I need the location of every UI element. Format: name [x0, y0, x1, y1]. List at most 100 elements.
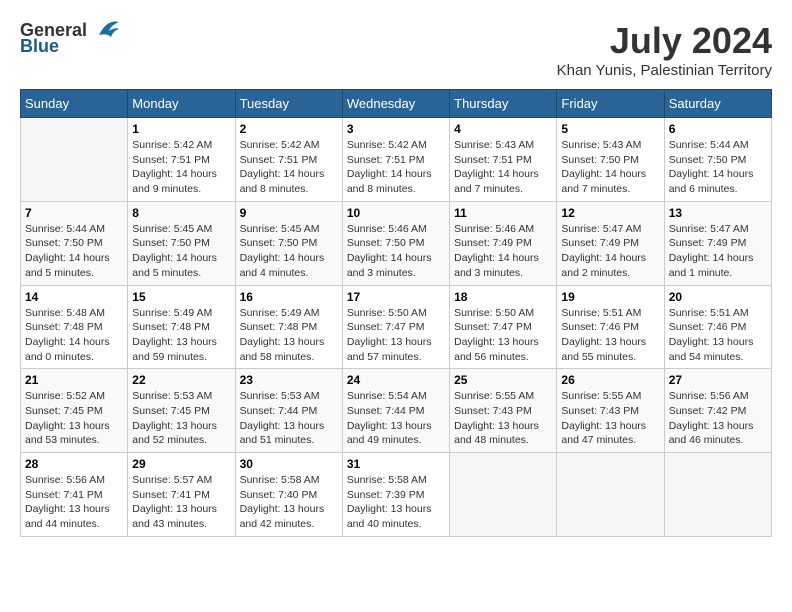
- day-info: Sunrise: 5:53 AM Sunset: 7:45 PM Dayligh…: [132, 389, 230, 448]
- day-number: 27: [669, 373, 767, 387]
- day-info: Sunrise: 5:45 AM Sunset: 7:50 PM Dayligh…: [132, 222, 230, 281]
- day-header-friday: Friday: [557, 90, 664, 118]
- day-info: Sunrise: 5:45 AM Sunset: 7:50 PM Dayligh…: [240, 222, 338, 281]
- day-info: Sunrise: 5:49 AM Sunset: 7:48 PM Dayligh…: [240, 306, 338, 365]
- day-info: Sunrise: 5:55 AM Sunset: 7:43 PM Dayligh…: [454, 389, 552, 448]
- calendar-cell: 26 Sunrise: 5:55 AM Sunset: 7:43 PM Dayli…: [557, 369, 664, 453]
- day-info: Sunrise: 5:47 AM Sunset: 7:49 PM Dayligh…: [561, 222, 659, 281]
- day-number: 22: [132, 373, 230, 387]
- calendar-cell: 29 Sunrise: 5:57 AM Sunset: 7:41 PM Dayli…: [128, 453, 235, 537]
- day-info: Sunrise: 5:43 AM Sunset: 7:50 PM Dayligh…: [561, 138, 659, 197]
- day-info: Sunrise: 5:55 AM Sunset: 7:43 PM Dayligh…: [561, 389, 659, 448]
- day-info: Sunrise: 5:42 AM Sunset: 7:51 PM Dayligh…: [132, 138, 230, 197]
- logo: General Blue: [20, 20, 121, 57]
- calendar-cell: 8 Sunrise: 5:45 AM Sunset: 7:50 PM Daylig…: [128, 201, 235, 285]
- calendar-cell: 18 Sunrise: 5:50 AM Sunset: 7:47 PM Dayli…: [450, 285, 557, 369]
- calendar-cell: 13Sunrise: 5:47 AM Sunset: 7:49 PM Dayli…: [664, 201, 771, 285]
- day-number: 15: [132, 290, 230, 304]
- day-number: 12: [561, 206, 659, 220]
- day-number: 16: [240, 290, 338, 304]
- day-number: 8: [132, 206, 230, 220]
- day-info: Sunrise: 5:42 AM Sunset: 7:51 PM Dayligh…: [347, 138, 445, 197]
- calendar-table: SundayMondayTuesdayWednesdayThursdayFrid…: [20, 89, 772, 537]
- day-number: 9: [240, 206, 338, 220]
- calendar-cell: 11 Sunrise: 5:46 AM Sunset: 7:49 PM Dayli…: [450, 201, 557, 285]
- day-number: 23: [240, 373, 338, 387]
- calendar-cell: [664, 453, 771, 537]
- day-number: 7: [25, 206, 123, 220]
- day-header-saturday: Saturday: [664, 90, 771, 118]
- day-header-wednesday: Wednesday: [342, 90, 449, 118]
- day-number: 20: [669, 290, 767, 304]
- day-info: Sunrise: 5:52 AM Sunset: 7:45 PM Dayligh…: [25, 389, 123, 448]
- calendar-cell: 14 Sunrise: 5:48 AM Sunset: 7:48 PM Dayli…: [21, 285, 128, 369]
- day-number: 26: [561, 373, 659, 387]
- calendar-cell: 16 Sunrise: 5:49 AM Sunset: 7:48 PM Dayli…: [235, 285, 342, 369]
- month-year-title: July 2024: [557, 20, 772, 62]
- calendar-cell: 19 Sunrise: 5:51 AM Sunset: 7:46 PM Dayli…: [557, 285, 664, 369]
- calendar-cell: 2 Sunrise: 5:42 AM Sunset: 7:51 PM Daylig…: [235, 118, 342, 202]
- day-info: Sunrise: 5:54 AM Sunset: 7:44 PM Dayligh…: [347, 389, 445, 448]
- calendar-cell: 24 Sunrise: 5:54 AM Sunset: 7:44 PM Dayli…: [342, 369, 449, 453]
- day-info: Sunrise: 5:58 AM Sunset: 7:39 PM Dayligh…: [347, 473, 445, 532]
- day-info: Sunrise: 5:46 AM Sunset: 7:50 PM Dayligh…: [347, 222, 445, 281]
- title-section: July 2024 Khan Yunis, Palestinian Territ…: [557, 20, 772, 79]
- logo-blue: Blue: [20, 36, 59, 57]
- calendar-cell: 23 Sunrise: 5:53 AM Sunset: 7:44 PM Dayli…: [235, 369, 342, 453]
- day-info: Sunrise: 5:56 AM Sunset: 7:41 PM Dayligh…: [25, 473, 123, 532]
- day-info: Sunrise: 5:44 AM Sunset: 7:50 PM Dayligh…: [25, 222, 123, 281]
- calendar-cell: 5Sunrise: 5:43 AM Sunset: 7:50 PM Daylig…: [557, 118, 664, 202]
- day-number: 24: [347, 373, 445, 387]
- day-number: 18: [454, 290, 552, 304]
- day-number: 28: [25, 457, 123, 471]
- calendar-cell: 1 Sunrise: 5:42 AM Sunset: 7:51 PM Daylig…: [128, 118, 235, 202]
- day-number: 1: [132, 122, 230, 136]
- page-header: General Blue July 2024 Khan Yunis, Pales…: [20, 20, 772, 79]
- calendar-cell: 31 Sunrise: 5:58 AM Sunset: 7:39 PM Dayli…: [342, 453, 449, 537]
- day-info: Sunrise: 5:44 AM Sunset: 7:50 PM Dayligh…: [669, 138, 767, 197]
- calendar-cell: 4 Sunrise: 5:43 AM Sunset: 7:51 PM Daylig…: [450, 118, 557, 202]
- day-number: 11: [454, 206, 552, 220]
- day-number: 10: [347, 206, 445, 220]
- calendar-cell: 30 Sunrise: 5:58 AM Sunset: 7:40 PM Dayli…: [235, 453, 342, 537]
- day-info: Sunrise: 5:51 AM Sunset: 7:46 PM Dayligh…: [561, 306, 659, 365]
- calendar-cell: [557, 453, 664, 537]
- day-number: 4: [454, 122, 552, 136]
- day-header-thursday: Thursday: [450, 90, 557, 118]
- day-number: 30: [240, 457, 338, 471]
- calendar-cell: 9 Sunrise: 5:45 AM Sunset: 7:50 PM Daylig…: [235, 201, 342, 285]
- day-number: 31: [347, 457, 445, 471]
- day-info: Sunrise: 5:50 AM Sunset: 7:47 PM Dayligh…: [454, 306, 552, 365]
- day-info: Sunrise: 5:56 AM Sunset: 7:42 PM Dayligh…: [669, 389, 767, 448]
- day-number: 29: [132, 457, 230, 471]
- calendar-cell: [21, 118, 128, 202]
- calendar-cell: 7 Sunrise: 5:44 AM Sunset: 7:50 PM Daylig…: [21, 201, 128, 285]
- day-number: 14: [25, 290, 123, 304]
- day-number: 13: [669, 206, 767, 220]
- calendar-cell: 6Sunrise: 5:44 AM Sunset: 7:50 PM Daylig…: [664, 118, 771, 202]
- logo-bird-icon: [89, 17, 121, 39]
- day-number: 2: [240, 122, 338, 136]
- day-info: Sunrise: 5:53 AM Sunset: 7:44 PM Dayligh…: [240, 389, 338, 448]
- day-number: 3: [347, 122, 445, 136]
- day-header-tuesday: Tuesday: [235, 90, 342, 118]
- day-number: 21: [25, 373, 123, 387]
- calendar-cell: 22 Sunrise: 5:53 AM Sunset: 7:45 PM Dayli…: [128, 369, 235, 453]
- day-info: Sunrise: 5:57 AM Sunset: 7:41 PM Dayligh…: [132, 473, 230, 532]
- day-number: 25: [454, 373, 552, 387]
- calendar-cell: 27 Sunrise: 5:56 AM Sunset: 7:42 PM Dayli…: [664, 369, 771, 453]
- calendar-cell: 10 Sunrise: 5:46 AM Sunset: 7:50 PM Dayli…: [342, 201, 449, 285]
- day-info: Sunrise: 5:42 AM Sunset: 7:51 PM Dayligh…: [240, 138, 338, 197]
- calendar-cell: 20 Sunrise: 5:51 AM Sunset: 7:46 PM Dayli…: [664, 285, 771, 369]
- day-info: Sunrise: 5:58 AM Sunset: 7:40 PM Dayligh…: [240, 473, 338, 532]
- day-info: Sunrise: 5:48 AM Sunset: 7:48 PM Dayligh…: [25, 306, 123, 365]
- day-info: Sunrise: 5:46 AM Sunset: 7:49 PM Dayligh…: [454, 222, 552, 281]
- calendar-cell: 15 Sunrise: 5:49 AM Sunset: 7:48 PM Dayli…: [128, 285, 235, 369]
- day-info: Sunrise: 5:43 AM Sunset: 7:51 PM Dayligh…: [454, 138, 552, 197]
- day-info: Sunrise: 5:51 AM Sunset: 7:46 PM Dayligh…: [669, 306, 767, 365]
- calendar-cell: 12 Sunrise: 5:47 AM Sunset: 7:49 PM Dayli…: [557, 201, 664, 285]
- calendar-cell: 3 Sunrise: 5:42 AM Sunset: 7:51 PM Daylig…: [342, 118, 449, 202]
- day-number: 19: [561, 290, 659, 304]
- day-info: Sunrise: 5:49 AM Sunset: 7:48 PM Dayligh…: [132, 306, 230, 365]
- day-header-sunday: Sunday: [21, 90, 128, 118]
